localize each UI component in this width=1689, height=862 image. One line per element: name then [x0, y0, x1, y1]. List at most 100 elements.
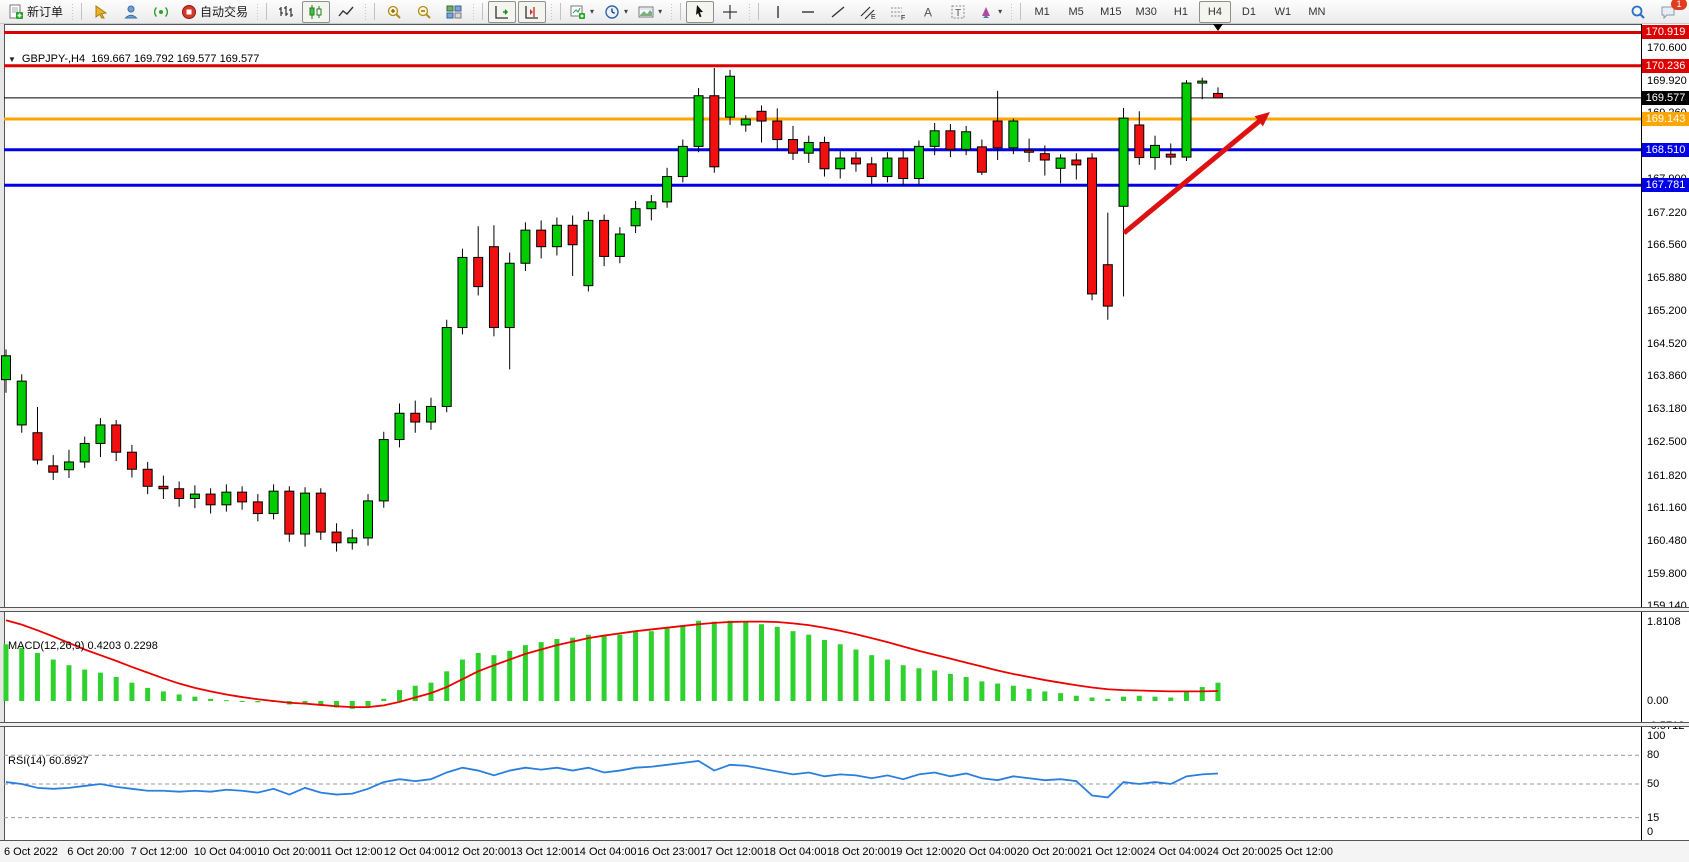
time-tick-label: 10 Oct 20:00: [257, 846, 320, 858]
clock-icon: [604, 4, 620, 20]
notifications-button[interactable]: 1: [1654, 1, 1682, 23]
zoom-in-button[interactable]: [380, 1, 408, 23]
price-tick-label: 164.520: [1647, 338, 1687, 350]
toolbar-separator: [70, 3, 75, 21]
zoom-out-button[interactable]: [410, 1, 438, 23]
toolbar-separator: [266, 3, 267, 20]
line-chart-button[interactable]: [332, 1, 360, 23]
periods-button[interactable]: ▾: [600, 1, 632, 23]
price-tick-label: 165.200: [1647, 305, 1687, 317]
cursor-icon: [692, 4, 708, 20]
price-tick-label: 165.880: [1647, 272, 1687, 284]
dropdown-caret-icon: ▾: [624, 7, 628, 16]
toolbar-separator: [549, 3, 554, 21]
timeframe-M1-button[interactable]: M1: [1026, 1, 1058, 23]
linechart-icon: [338, 4, 354, 20]
new-order-button-label: 新订单: [27, 3, 63, 20]
time-tick-label: 19 Oct 12:00: [890, 846, 953, 858]
vertical-line-button[interactable]: [764, 1, 792, 23]
chart-shift-button[interactable]: [518, 1, 546, 23]
rsi-indicator-label: RSI(14) 60.8927: [8, 755, 89, 767]
fibonacci-button[interactable]: F: [884, 1, 912, 23]
price-tick-label: 163.180: [1647, 403, 1687, 415]
price-tick-label: 170.600: [1647, 42, 1687, 54]
price-macd-divider[interactable]: [0, 607, 1689, 612]
candlestick-chart-button[interactable]: [302, 1, 330, 23]
macd-indicator-label: MACD(12,26,9) 0.4203 0.2298: [8, 640, 158, 652]
timeframe-M5-button[interactable]: M5: [1060, 1, 1092, 23]
text-button[interactable]: A: [914, 1, 942, 23]
autotrade-icon: [181, 4, 197, 20]
new-order-button[interactable]: 新订单: [4, 1, 67, 23]
time-tick-label: 11 Oct 12:00: [321, 846, 383, 858]
svg-text:T: T: [955, 8, 961, 19]
time-tick-label: 14 Oct 04:00: [574, 846, 637, 858]
time-tick-label: 20 Oct 04:00: [954, 846, 1017, 858]
macd-axis-label: 1.8108: [1647, 616, 1681, 628]
timeframe-D1-button[interactable]: D1: [1233, 1, 1265, 23]
timeframe-H4-button[interactable]: H4: [1199, 1, 1231, 23]
price-level-badge: 170.236: [1642, 59, 1689, 73]
macd-rsi-divider[interactable]: [0, 722, 1689, 727]
window-left-edge: [0, 24, 4, 862]
tile-icon: [446, 4, 462, 20]
fibo-icon: F: [890, 4, 906, 20]
main-toolbar: 新订单 自动交易 ▾ ▾ ▾ EFA T ▾ M1M5M15M30H1H4D1W1MN 1: [0, 0, 1689, 24]
price-tick-label: 159.800: [1647, 568, 1687, 580]
arrows-button[interactable]: ▾: [974, 1, 1006, 23]
chart-ohlc-values: 169.667 169.792 169.577 169.577: [91, 53, 259, 65]
time-tick-label: 18 Oct 20:00: [827, 846, 890, 858]
tile-windows-button[interactable]: [440, 1, 468, 23]
mql5-community-button[interactable]: [117, 1, 145, 23]
bar-chart-button[interactable]: [272, 1, 300, 23]
person-icon: [123, 4, 139, 20]
rsi-axis-label: 0: [1647, 826, 1653, 838]
time-axis[interactable]: 6 Oct 20226 Oct 20:007 Oct 12:0010 Oct 0…: [0, 840, 1689, 862]
dropdown-caret-icon: ▾: [590, 7, 594, 16]
chart-profile-button[interactable]: [87, 1, 115, 23]
candles-icon: [308, 4, 324, 20]
gold-pointer-icon: [93, 4, 109, 20]
price-tick-label: 166.560: [1647, 239, 1687, 251]
crosshair-icon: [722, 4, 738, 20]
new-order-icon: [8, 4, 24, 20]
search-icon: [1630, 4, 1646, 20]
textT-icon: T: [950, 4, 966, 20]
text-label-button[interactable]: T: [944, 1, 972, 23]
price-tick-label: 162.500: [1647, 436, 1687, 448]
time-tick-label: 20 Oct 20:00: [1017, 846, 1080, 858]
price-tick-label: 163.860: [1647, 370, 1687, 382]
toolbar-separator: [255, 3, 260, 21]
chart-dropdown-icon[interactable]: ▼: [8, 55, 16, 64]
chartshift-icon: [524, 4, 540, 20]
timeframe-MN-button[interactable]: MN: [1301, 1, 1333, 23]
time-tick-label: 13 Oct 12:00: [510, 846, 573, 858]
price-axis[interactable]: 170.600169.920169.260167.900167.220166.5…: [1642, 24, 1689, 840]
timeframe-M15-button[interactable]: M15: [1094, 1, 1127, 23]
horizontal-line-button[interactable]: [794, 1, 822, 23]
price-level-badge: 169.577: [1642, 91, 1689, 105]
price-level-badge: 170.919: [1642, 25, 1689, 39]
toolbar-separator: [471, 3, 476, 21]
chart-area[interactable]: ▼ GBPJPY-,H4 169.667 169.792 169.577 169…: [0, 24, 1689, 862]
crosshair-button[interactable]: [716, 1, 744, 23]
toolbar-right-group: 1: [1623, 1, 1683, 23]
search-button[interactable]: [1624, 1, 1652, 23]
new-chart-button[interactable]: ▾: [566, 1, 598, 23]
cursor-button[interactable]: [686, 1, 714, 23]
timeframe-H1-button[interactable]: H1: [1165, 1, 1197, 23]
auto-trading-button[interactable]: 自动交易: [177, 1, 252, 23]
time-tick-label: 24 Oct 04:00: [1143, 846, 1206, 858]
templates-button[interactable]: ▾: [634, 1, 666, 23]
zoom-out-icon: [416, 4, 432, 20]
timeframe-W1-button[interactable]: W1: [1267, 1, 1299, 23]
signals-button[interactable]: [147, 1, 175, 23]
equidistant-channel-button[interactable]: E: [854, 1, 882, 23]
toolbar-separator: [482, 3, 483, 20]
timeframe-M30-button[interactable]: M30: [1130, 1, 1163, 23]
dropdown-caret-icon: ▾: [998, 7, 1002, 16]
trendline-button[interactable]: [824, 1, 852, 23]
auto-scroll-button[interactable]: [488, 1, 516, 23]
time-tick-label: 21 Oct 12:00: [1080, 846, 1143, 858]
newchart-icon: [570, 4, 586, 20]
